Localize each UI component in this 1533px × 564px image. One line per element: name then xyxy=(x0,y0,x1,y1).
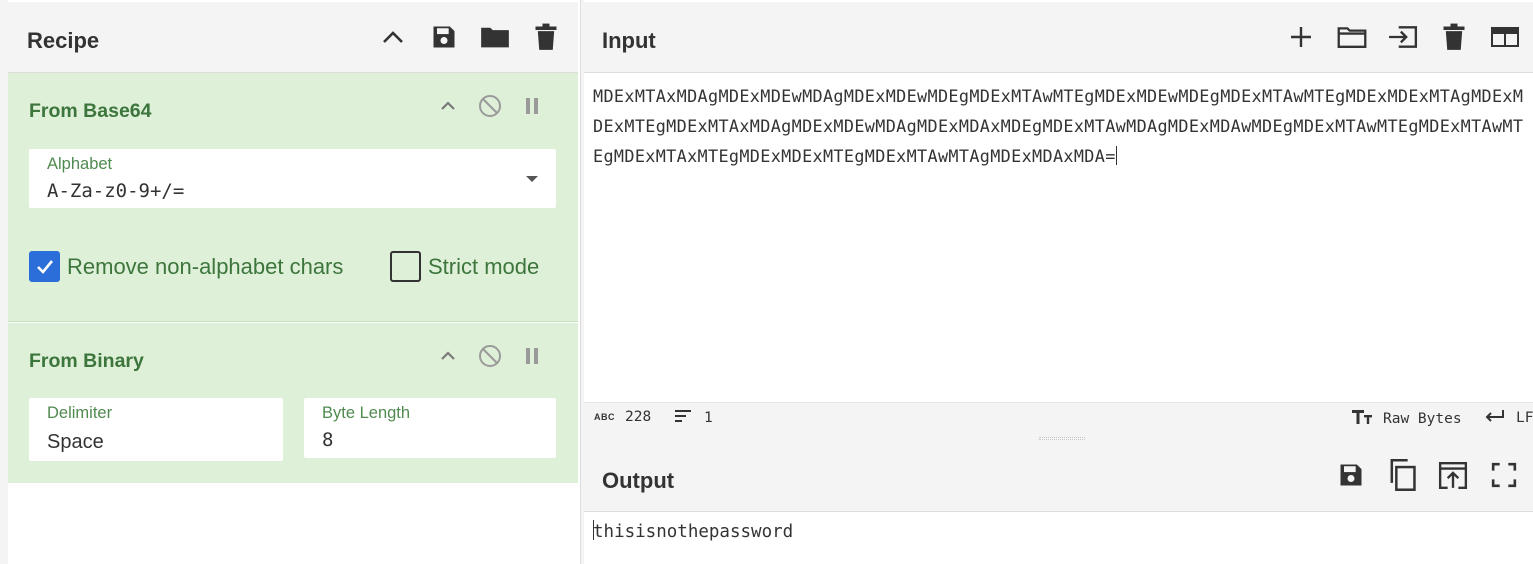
encoding-label: Raw Bytes xyxy=(1383,411,1462,427)
operation-from-binary: From Binary Delimiter Space Byte Length … xyxy=(8,323,578,483)
strict-mode-label: Strict mode xyxy=(428,253,540,279)
plus-icon[interactable] xyxy=(1286,20,1316,54)
pause-icon[interactable] xyxy=(519,343,545,369)
save-icon[interactable] xyxy=(429,20,459,54)
layout-icon[interactable] xyxy=(1490,20,1520,54)
disable-icon[interactable] xyxy=(477,93,503,119)
remove-non-alphabet-label: Remove non-alphabet chars xyxy=(67,253,344,279)
length-icon: ABC xyxy=(594,412,615,422)
operation-title: From Base64 xyxy=(29,100,152,122)
input-textarea[interactable]: MDExMTAxMDAgMDExMDEwMDAgMDExMDEwMDEgMDEx… xyxy=(593,81,1531,171)
output-title: Output xyxy=(602,468,675,493)
collapse-icon[interactable] xyxy=(435,93,461,119)
grip-icon xyxy=(1039,437,1085,440)
chevron-up-icon[interactable] xyxy=(378,20,408,54)
byte-length-value: 8 xyxy=(322,429,334,451)
input-title: Input xyxy=(602,28,656,53)
return-icon xyxy=(1484,409,1506,427)
alphabet-label: Alphabet xyxy=(47,155,113,173)
replace-input-icon[interactable] xyxy=(1438,458,1468,492)
output-textarea[interactable]: thisisnothepassword xyxy=(593,520,793,542)
left-edge xyxy=(0,0,8,564)
alphabet-value: A-Za-z0-9+/= xyxy=(47,180,185,202)
input-header: Input xyxy=(584,2,1533,73)
lines-icon xyxy=(674,409,692,427)
folder-icon[interactable] xyxy=(480,20,510,54)
copy-icon[interactable] xyxy=(1387,458,1417,492)
input-content: MDExMTAxMDAgMDExMDEwMDAgMDExMDEwMDEgMDEx… xyxy=(593,86,1524,166)
eol-label: LF xyxy=(1516,410,1533,426)
input-length: 228 xyxy=(625,409,652,425)
remove-non-alphabet-checkbox[interactable]: Remove non-alphabet chars xyxy=(29,251,343,282)
collapse-icon[interactable] xyxy=(435,343,461,369)
recipe-panel: Recipe From Base64 Alphabet A-Za-z0-9+/=… xyxy=(0,0,580,564)
delimiter-select[interactable]: Delimiter Space xyxy=(29,398,283,461)
operation-title: From Binary xyxy=(29,350,144,372)
input-lines: 1 xyxy=(704,410,713,426)
recipe-header: Recipe xyxy=(8,2,578,73)
trash-icon[interactable] xyxy=(531,20,561,54)
delimiter-label: Delimiter xyxy=(47,404,113,422)
text-format-icon xyxy=(1351,409,1373,429)
text-cursor xyxy=(1115,146,1117,165)
eol-button[interactable]: LF xyxy=(1484,409,1533,427)
caret-down-icon[interactable] xyxy=(526,176,538,182)
encoding-button[interactable]: Raw Bytes xyxy=(1351,409,1462,429)
operation-from-base64: From Base64 Alphabet A-Za-z0-9+/= Remove… xyxy=(8,73,578,322)
pause-icon[interactable] xyxy=(519,93,545,119)
byte-length-input[interactable]: Byte Length 8 xyxy=(304,398,556,458)
alphabet-select[interactable]: Alphabet A-Za-z0-9+/= xyxy=(29,149,556,208)
panel-resize-handle[interactable] xyxy=(584,434,1533,444)
fullscreen-icon[interactable] xyxy=(1489,458,1519,492)
trash-icon[interactable] xyxy=(1439,20,1469,54)
delimiter-value: Space xyxy=(47,431,104,453)
byte-length-label: Byte Length xyxy=(322,404,411,422)
import-icon[interactable] xyxy=(1388,20,1418,54)
strict-mode-checkbox[interactable]: Strict mode xyxy=(390,251,539,282)
output-header: Output xyxy=(584,444,1533,512)
checkmark-icon[interactable] xyxy=(29,251,60,282)
disable-icon[interactable] xyxy=(477,343,503,369)
output-content: thisisnothepassword xyxy=(593,522,794,542)
recipe-title: Recipe xyxy=(27,28,100,53)
input-status-bar: ABC 228 1 Raw Bytes LF xyxy=(584,402,1533,434)
checkbox-empty-icon[interactable] xyxy=(390,251,421,282)
save-icon[interactable] xyxy=(1336,458,1366,492)
folder-icon[interactable] xyxy=(1337,20,1367,54)
